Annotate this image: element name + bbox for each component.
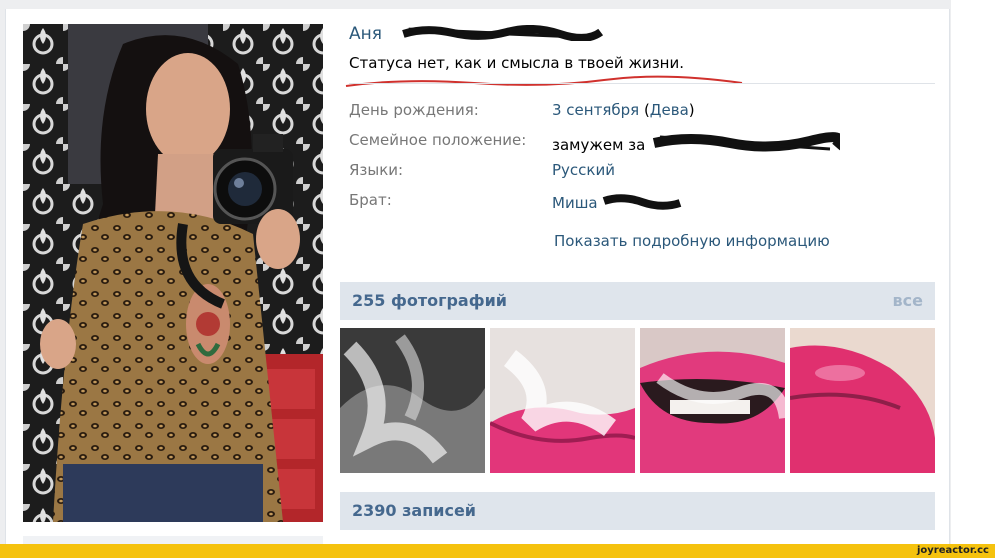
status-text[interactable]: Статуса нет, как и смысла в твоей жизни.	[349, 54, 684, 72]
watermark-bar: joyreactor.cc	[0, 544, 995, 558]
brother-value: Миша	[552, 191, 682, 212]
profile-name: Аня	[349, 24, 617, 44]
birthday-label: День рождения:	[349, 101, 479, 119]
red-underline-scribble	[345, 75, 743, 87]
brother-label: Брат:	[349, 191, 392, 209]
right-margin	[951, 0, 995, 558]
posts-count-title[interactable]: 2390 записей	[352, 501, 476, 520]
relationship-text: замужем за	[552, 136, 646, 154]
first-name: Аня	[349, 24, 382, 44]
smoke-photo	[340, 328, 485, 473]
relationship-value: замужем за	[552, 131, 841, 154]
show-full-info-link[interactable]: Показать подробную информацию	[554, 232, 830, 250]
lips-mouth-photo	[640, 328, 785, 473]
photos-count-title[interactable]: 255 фотографий	[352, 291, 507, 310]
photos-header[interactable]: 255 фотографий все	[340, 282, 935, 320]
languages-label: Языки:	[349, 161, 404, 179]
language-link[interactable]: Русский	[552, 161, 615, 179]
posts-header[interactable]: 2390 записей	[340, 492, 935, 530]
site-watermark: joyreactor.cc	[916, 545, 989, 556]
avatar-photo	[23, 24, 323, 522]
birthday-value: 3 сентября (Дева)	[552, 101, 695, 119]
birthday-link[interactable]: 3 сентября	[552, 101, 639, 119]
header-divider	[349, 83, 935, 84]
photo-thumbnail[interactable]	[340, 328, 485, 473]
top-strip	[0, 0, 995, 9]
photo-thumbnail[interactable]	[790, 328, 935, 473]
lips-closeup-photo	[790, 328, 935, 473]
relationship-label: Семейное положение:	[349, 131, 527, 149]
photo-thumbnail[interactable]	[490, 328, 635, 473]
profile-avatar[interactable]	[23, 24, 323, 522]
brother-link[interactable]: Миша	[552, 194, 598, 212]
redacted-brother-surname	[603, 194, 682, 210]
zodiac-link[interactable]: Дева	[650, 101, 689, 119]
zodiac-sign: (Дева)	[643, 101, 695, 119]
photos-all-link[interactable]: все	[893, 291, 923, 310]
redacted-spouse	[653, 132, 841, 152]
photo-thumbnail[interactable]	[640, 328, 785, 473]
lips-smoke-photo	[490, 328, 635, 473]
redacted-surname	[402, 25, 604, 41]
languages-value: Русский	[552, 161, 615, 179]
